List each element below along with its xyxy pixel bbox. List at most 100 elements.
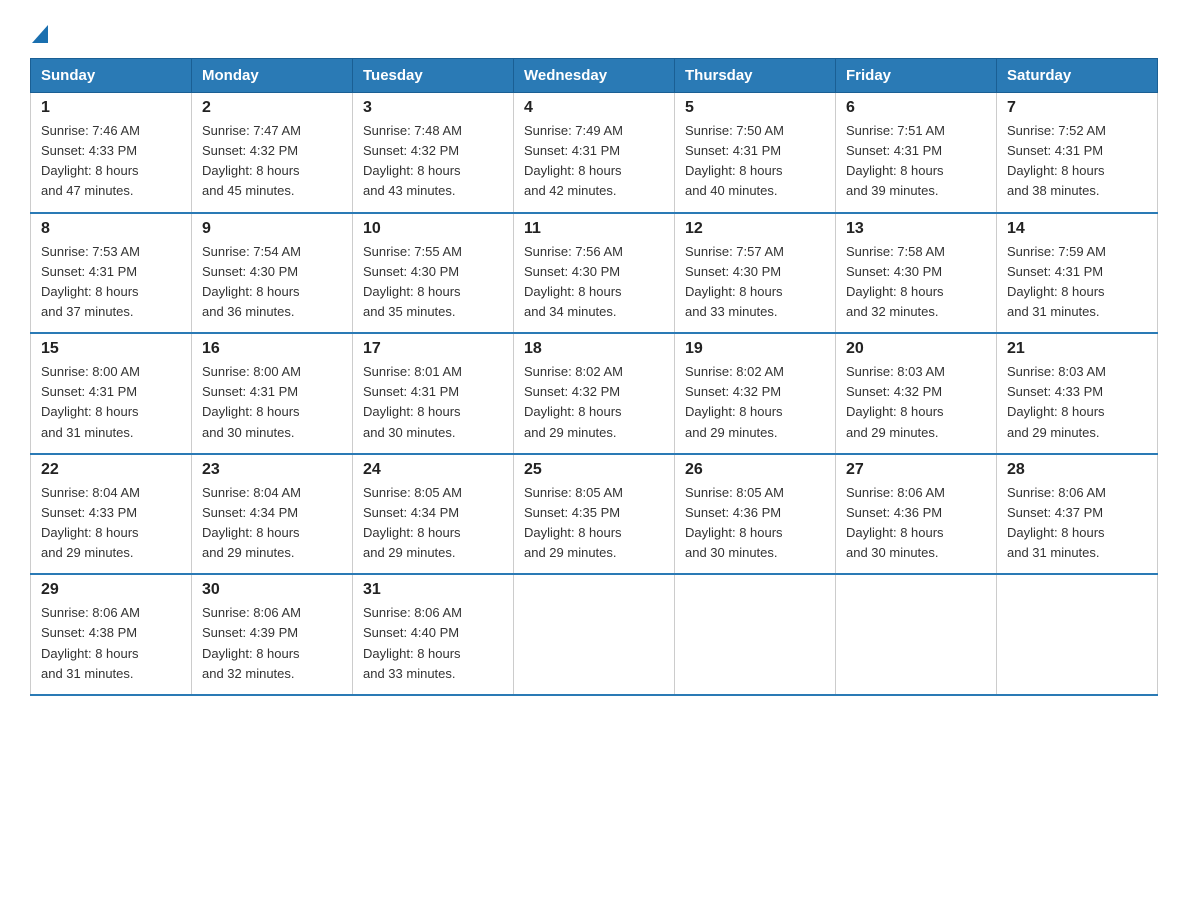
day-number: 22 bbox=[41, 461, 181, 479]
day-number: 26 bbox=[685, 461, 825, 479]
calendar-cell: 28 Sunrise: 8:06 AM Sunset: 4:37 PM Dayl… bbox=[997, 454, 1158, 575]
calendar-cell bbox=[675, 574, 836, 695]
day-number: 2 bbox=[202, 99, 342, 117]
calendar-cell: 20 Sunrise: 8:03 AM Sunset: 4:32 PM Dayl… bbox=[836, 333, 997, 454]
day-info: Sunrise: 8:04 AM Sunset: 4:33 PM Dayligh… bbox=[41, 483, 181, 564]
day-number: 18 bbox=[524, 340, 664, 358]
day-number: 3 bbox=[363, 99, 503, 117]
calendar-cell: 9 Sunrise: 7:54 AM Sunset: 4:30 PM Dayli… bbox=[192, 213, 353, 334]
day-info: Sunrise: 8:05 AM Sunset: 4:36 PM Dayligh… bbox=[685, 483, 825, 564]
weekday-header-wednesday: Wednesday bbox=[514, 59, 675, 93]
calendar-cell: 3 Sunrise: 7:48 AM Sunset: 4:32 PM Dayli… bbox=[353, 93, 514, 213]
calendar-cell: 6 Sunrise: 7:51 AM Sunset: 4:31 PM Dayli… bbox=[836, 93, 997, 213]
calendar-week-row: 29 Sunrise: 8:06 AM Sunset: 4:38 PM Dayl… bbox=[31, 574, 1158, 695]
weekday-header-monday: Monday bbox=[192, 59, 353, 93]
calendar-body: 1 Sunrise: 7:46 AM Sunset: 4:33 PM Dayli… bbox=[31, 93, 1158, 695]
calendar-cell: 7 Sunrise: 7:52 AM Sunset: 4:31 PM Dayli… bbox=[997, 93, 1158, 213]
day-info: Sunrise: 7:54 AM Sunset: 4:30 PM Dayligh… bbox=[202, 242, 342, 323]
day-info: Sunrise: 8:04 AM Sunset: 4:34 PM Dayligh… bbox=[202, 483, 342, 564]
day-number: 1 bbox=[41, 99, 181, 117]
day-info: Sunrise: 8:03 AM Sunset: 4:32 PM Dayligh… bbox=[846, 362, 986, 443]
day-info: Sunrise: 8:06 AM Sunset: 4:36 PM Dayligh… bbox=[846, 483, 986, 564]
calendar-cell: 16 Sunrise: 8:00 AM Sunset: 4:31 PM Dayl… bbox=[192, 333, 353, 454]
day-info: Sunrise: 8:02 AM Sunset: 4:32 PM Dayligh… bbox=[524, 362, 664, 443]
day-info: Sunrise: 8:01 AM Sunset: 4:31 PM Dayligh… bbox=[363, 362, 503, 443]
calendar-cell: 14 Sunrise: 7:59 AM Sunset: 4:31 PM Dayl… bbox=[997, 213, 1158, 334]
day-number: 23 bbox=[202, 461, 342, 479]
header bbox=[30, 20, 1158, 46]
day-info: Sunrise: 7:51 AM Sunset: 4:31 PM Dayligh… bbox=[846, 121, 986, 202]
day-number: 16 bbox=[202, 340, 342, 358]
day-info: Sunrise: 8:06 AM Sunset: 4:40 PM Dayligh… bbox=[363, 603, 503, 684]
day-number: 24 bbox=[363, 461, 503, 479]
calendar-cell: 15 Sunrise: 8:00 AM Sunset: 4:31 PM Dayl… bbox=[31, 333, 192, 454]
day-number: 17 bbox=[363, 340, 503, 358]
day-info: Sunrise: 7:52 AM Sunset: 4:31 PM Dayligh… bbox=[1007, 121, 1147, 202]
weekday-header-sunday: Sunday bbox=[31, 59, 192, 93]
day-number: 27 bbox=[846, 461, 986, 479]
logo bbox=[30, 20, 180, 46]
day-info: Sunrise: 8:05 AM Sunset: 4:34 PM Dayligh… bbox=[363, 483, 503, 564]
calendar-week-row: 22 Sunrise: 8:04 AM Sunset: 4:33 PM Dayl… bbox=[31, 454, 1158, 575]
day-number: 19 bbox=[685, 340, 825, 358]
calendar-cell: 21 Sunrise: 8:03 AM Sunset: 4:33 PM Dayl… bbox=[997, 333, 1158, 454]
day-info: Sunrise: 8:05 AM Sunset: 4:35 PM Dayligh… bbox=[524, 483, 664, 564]
calendar-cell: 11 Sunrise: 7:56 AM Sunset: 4:30 PM Dayl… bbox=[514, 213, 675, 334]
calendar-cell: 31 Sunrise: 8:06 AM Sunset: 4:40 PM Dayl… bbox=[353, 574, 514, 695]
weekday-header-row: SundayMondayTuesdayWednesdayThursdayFrid… bbox=[31, 59, 1158, 93]
day-info: Sunrise: 7:59 AM Sunset: 4:31 PM Dayligh… bbox=[1007, 242, 1147, 323]
calendar-cell: 12 Sunrise: 7:57 AM Sunset: 4:30 PM Dayl… bbox=[675, 213, 836, 334]
day-number: 11 bbox=[524, 220, 664, 238]
day-info: Sunrise: 8:03 AM Sunset: 4:33 PM Dayligh… bbox=[1007, 362, 1147, 443]
day-number: 10 bbox=[363, 220, 503, 238]
day-number: 31 bbox=[363, 581, 503, 599]
calendar-cell: 22 Sunrise: 8:04 AM Sunset: 4:33 PM Dayl… bbox=[31, 454, 192, 575]
calendar-table: SundayMondayTuesdayWednesdayThursdayFrid… bbox=[30, 58, 1158, 696]
day-info: Sunrise: 8:06 AM Sunset: 4:38 PM Dayligh… bbox=[41, 603, 181, 684]
day-number: 5 bbox=[685, 99, 825, 117]
day-number: 14 bbox=[1007, 220, 1147, 238]
calendar-cell: 27 Sunrise: 8:06 AM Sunset: 4:36 PM Dayl… bbox=[836, 454, 997, 575]
calendar-cell: 17 Sunrise: 8:01 AM Sunset: 4:31 PM Dayl… bbox=[353, 333, 514, 454]
day-number: 12 bbox=[685, 220, 825, 238]
calendar-cell: 19 Sunrise: 8:02 AM Sunset: 4:32 PM Dayl… bbox=[675, 333, 836, 454]
day-info: Sunrise: 7:49 AM Sunset: 4:31 PM Dayligh… bbox=[524, 121, 664, 202]
day-info: Sunrise: 7:50 AM Sunset: 4:31 PM Dayligh… bbox=[685, 121, 825, 202]
calendar-cell: 18 Sunrise: 8:02 AM Sunset: 4:32 PM Dayl… bbox=[514, 333, 675, 454]
day-number: 25 bbox=[524, 461, 664, 479]
day-number: 6 bbox=[846, 99, 986, 117]
day-info: Sunrise: 7:53 AM Sunset: 4:31 PM Dayligh… bbox=[41, 242, 181, 323]
logo-triangle-icon bbox=[32, 16, 48, 48]
weekday-header-tuesday: Tuesday bbox=[353, 59, 514, 93]
calendar-week-row: 1 Sunrise: 7:46 AM Sunset: 4:33 PM Dayli… bbox=[31, 93, 1158, 213]
day-number: 7 bbox=[1007, 99, 1147, 117]
day-number: 8 bbox=[41, 220, 181, 238]
calendar-week-row: 8 Sunrise: 7:53 AM Sunset: 4:31 PM Dayli… bbox=[31, 213, 1158, 334]
day-number: 20 bbox=[846, 340, 986, 358]
day-info: Sunrise: 7:57 AM Sunset: 4:30 PM Dayligh… bbox=[685, 242, 825, 323]
calendar-cell bbox=[997, 574, 1158, 695]
day-number: 29 bbox=[41, 581, 181, 599]
calendar-cell: 30 Sunrise: 8:06 AM Sunset: 4:39 PM Dayl… bbox=[192, 574, 353, 695]
day-number: 15 bbox=[41, 340, 181, 358]
day-info: Sunrise: 7:56 AM Sunset: 4:30 PM Dayligh… bbox=[524, 242, 664, 323]
calendar-cell: 5 Sunrise: 7:50 AM Sunset: 4:31 PM Dayli… bbox=[675, 93, 836, 213]
calendar-cell: 24 Sunrise: 8:05 AM Sunset: 4:34 PM Dayl… bbox=[353, 454, 514, 575]
weekday-header-saturday: Saturday bbox=[997, 59, 1158, 93]
calendar-cell bbox=[836, 574, 997, 695]
calendar-header: SundayMondayTuesdayWednesdayThursdayFrid… bbox=[31, 59, 1158, 93]
calendar-cell: 25 Sunrise: 8:05 AM Sunset: 4:35 PM Dayl… bbox=[514, 454, 675, 575]
day-info: Sunrise: 8:00 AM Sunset: 4:31 PM Dayligh… bbox=[41, 362, 181, 443]
day-info: Sunrise: 7:47 AM Sunset: 4:32 PM Dayligh… bbox=[202, 121, 342, 202]
calendar-cell: 26 Sunrise: 8:05 AM Sunset: 4:36 PM Dayl… bbox=[675, 454, 836, 575]
day-number: 21 bbox=[1007, 340, 1147, 358]
calendar-cell: 23 Sunrise: 8:04 AM Sunset: 4:34 PM Dayl… bbox=[192, 454, 353, 575]
day-number: 9 bbox=[202, 220, 342, 238]
calendar-week-row: 15 Sunrise: 8:00 AM Sunset: 4:31 PM Dayl… bbox=[31, 333, 1158, 454]
calendar-cell: 13 Sunrise: 7:58 AM Sunset: 4:30 PM Dayl… bbox=[836, 213, 997, 334]
day-number: 4 bbox=[524, 99, 664, 117]
calendar-cell: 4 Sunrise: 7:49 AM Sunset: 4:31 PM Dayli… bbox=[514, 93, 675, 213]
weekday-header-friday: Friday bbox=[836, 59, 997, 93]
calendar-cell: 29 Sunrise: 8:06 AM Sunset: 4:38 PM Dayl… bbox=[31, 574, 192, 695]
day-info: Sunrise: 8:02 AM Sunset: 4:32 PM Dayligh… bbox=[685, 362, 825, 443]
